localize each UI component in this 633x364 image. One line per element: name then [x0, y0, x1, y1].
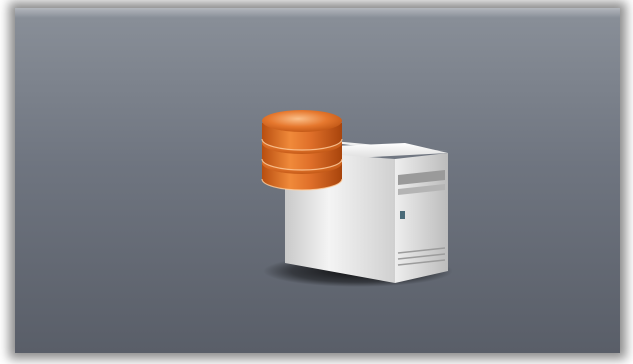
power-led: [400, 211, 405, 219]
canvas: [0, 0, 633, 364]
database-stack: [261, 110, 343, 191]
database-server-graphic: [261, 110, 453, 287]
database-server-icon: [240, 93, 470, 303]
slide-panel: [15, 8, 620, 353]
